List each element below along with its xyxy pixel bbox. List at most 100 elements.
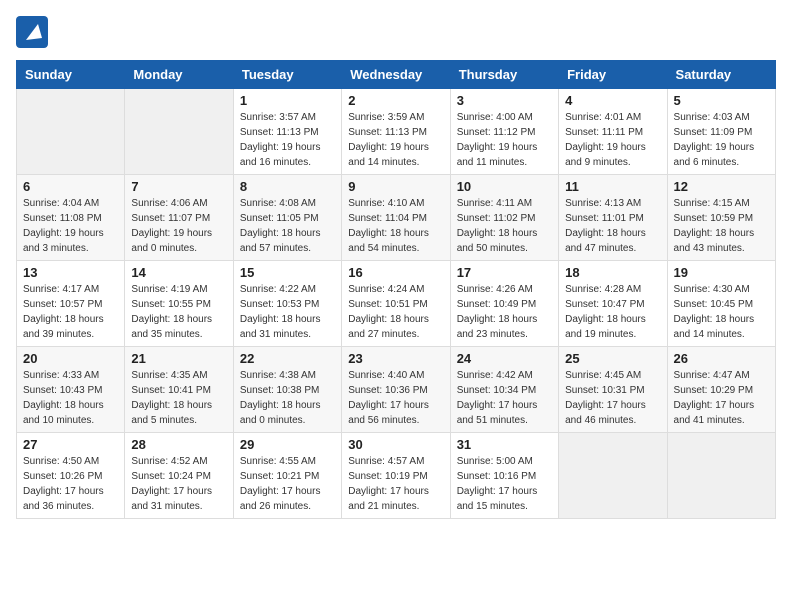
day-number: 1 <box>240 93 335 108</box>
calendar-week-2: 6 Sunrise: 4:04 AM Sunset: 11:08 PM Dayli… <box>17 175 776 261</box>
day-info: Sunrise: 4:38 AM Sunset: 10:38 PM Daylig… <box>240 368 335 428</box>
calendar-cell <box>667 433 775 519</box>
day-number: 15 <box>240 265 335 280</box>
page-header <box>16 16 776 48</box>
day-number: 17 <box>457 265 552 280</box>
day-number: 5 <box>674 93 769 108</box>
day-number: 8 <box>240 179 335 194</box>
calendar-cell: 23Sunrise: 4:40 AM Sunset: 10:36 PM Dayl… <box>342 347 450 433</box>
logo <box>16 16 52 48</box>
day-info: Sunrise: 4:42 AM Sunset: 10:34 PM Daylig… <box>457 368 552 428</box>
day-number: 7 <box>131 179 226 194</box>
day-info: Sunrise: 4:10 AM Sunset: 11:04 PM Daylig… <box>348 196 443 256</box>
calendar-cell <box>559 433 667 519</box>
calendar-cell: 21 Sunrise: 4:35 AM Sunset: 10:41 PM Dayl… <box>125 347 233 433</box>
calendar-cell: 12Sunrise: 4:15 AM Sunset: 10:59 PM Dayl… <box>667 175 775 261</box>
day-info: Sunrise: 4:52 AM Sunset: 10:24 PM Daylig… <box>131 454 226 514</box>
weekday-header-thursday: Thursday <box>450 61 558 89</box>
calendar-cell: 3 Sunrise: 4:00 AM Sunset: 11:12 PM Dayli… <box>450 89 558 175</box>
calendar-table: SundayMondayTuesdayWednesdayThursdayFrid… <box>16 60 776 519</box>
calendar-cell: 13 Sunrise: 4:17 AM Sunset: 10:57 PM Dayl… <box>17 261 125 347</box>
day-number: 2 <box>348 93 443 108</box>
day-info: Sunrise: 4:00 AM Sunset: 11:12 PM Daylig… <box>457 110 552 170</box>
day-info: Sunrise: 4:08 AM Sunset: 11:05 PM Daylig… <box>240 196 335 256</box>
day-number: 19 <box>674 265 769 280</box>
day-info: Sunrise: 4:47 AM Sunset: 10:29 PM Daylig… <box>674 368 769 428</box>
calendar-cell: 27Sunrise: 4:50 AM Sunset: 10:26 PM Dayl… <box>17 433 125 519</box>
day-number: 14 <box>131 265 226 280</box>
calendar-cell: 25Sunrise: 4:45 AM Sunset: 10:31 PM Dayl… <box>559 347 667 433</box>
weekday-header-tuesday: Tuesday <box>233 61 341 89</box>
day-info: Sunrise: 3:59 AM Sunset: 11:13 PM Daylig… <box>348 110 443 170</box>
day-info: Sunrise: 4:04 AM Sunset: 11:08 PM Daylig… <box>23 196 118 256</box>
calendar-cell <box>125 89 233 175</box>
day-info: Sunrise: 4:19 AM Sunset: 10:55 PM Daylig… <box>131 282 226 342</box>
weekday-header-wednesday: Wednesday <box>342 61 450 89</box>
calendar-cell: 4Sunrise: 4:01 AM Sunset: 11:11 PM Dayli… <box>559 89 667 175</box>
weekday-header-saturday: Saturday <box>667 61 775 89</box>
calendar-week-1: 1 Sunrise: 3:57 AM Sunset: 11:13 PM Dayli… <box>17 89 776 175</box>
day-number: 31 <box>457 437 552 452</box>
day-info: Sunrise: 4:11 AM Sunset: 11:02 PM Daylig… <box>457 196 552 256</box>
day-info: Sunrise: 4:24 AM Sunset: 10:51 PM Daylig… <box>348 282 443 342</box>
day-number: 29 <box>240 437 335 452</box>
calendar-week-4: 20Sunrise: 4:33 AM Sunset: 10:43 PM Dayl… <box>17 347 776 433</box>
day-info: Sunrise: 4:15 AM Sunset: 10:59 PM Daylig… <box>674 196 769 256</box>
day-info: Sunrise: 4:35 AM Sunset: 10:41 PM Daylig… <box>131 368 226 428</box>
weekday-header-friday: Friday <box>559 61 667 89</box>
calendar-cell: 30 Sunrise: 4:57 AM Sunset: 10:19 PM Dayl… <box>342 433 450 519</box>
day-number: 22 <box>240 351 335 366</box>
day-info: Sunrise: 4:33 AM Sunset: 10:43 PM Daylig… <box>23 368 118 428</box>
calendar-cell: 26 Sunrise: 4:47 AM Sunset: 10:29 PM Dayl… <box>667 347 775 433</box>
day-info: Sunrise: 4:50 AM Sunset: 10:26 PM Daylig… <box>23 454 118 514</box>
day-number: 13 <box>23 265 118 280</box>
calendar-cell: 24 Sunrise: 4:42 AM Sunset: 10:34 PM Dayl… <box>450 347 558 433</box>
day-info: Sunrise: 4:17 AM Sunset: 10:57 PM Daylig… <box>23 282 118 342</box>
weekday-header-sunday: Sunday <box>17 61 125 89</box>
day-number: 26 <box>674 351 769 366</box>
day-number: 16 <box>348 265 443 280</box>
calendar-week-5: 27Sunrise: 4:50 AM Sunset: 10:26 PM Dayl… <box>17 433 776 519</box>
calendar-cell: 16 Sunrise: 4:24 AM Sunset: 10:51 PM Dayl… <box>342 261 450 347</box>
day-info: Sunrise: 4:57 AM Sunset: 10:19 PM Daylig… <box>348 454 443 514</box>
calendar-cell: 11 Sunrise: 4:13 AM Sunset: 11:01 PM Dayl… <box>559 175 667 261</box>
calendar-week-3: 13 Sunrise: 4:17 AM Sunset: 10:57 PM Dayl… <box>17 261 776 347</box>
day-number: 25 <box>565 351 660 366</box>
day-number: 24 <box>457 351 552 366</box>
calendar-cell: 10 Sunrise: 4:11 AM Sunset: 11:02 PM Dayl… <box>450 175 558 261</box>
calendar-cell: 17 Sunrise: 4:26 AM Sunset: 10:49 PM Dayl… <box>450 261 558 347</box>
calendar-cell: 1 Sunrise: 3:57 AM Sunset: 11:13 PM Dayli… <box>233 89 341 175</box>
calendar-cell: 31 Sunrise: 5:00 AM Sunset: 10:16 PM Dayl… <box>450 433 558 519</box>
calendar-cell: 28Sunrise: 4:52 AM Sunset: 10:24 PM Dayl… <box>125 433 233 519</box>
calendar-cell <box>17 89 125 175</box>
day-number: 6 <box>23 179 118 194</box>
day-info: Sunrise: 3:57 AM Sunset: 11:13 PM Daylig… <box>240 110 335 170</box>
day-number: 3 <box>457 93 552 108</box>
calendar-cell: 9Sunrise: 4:10 AM Sunset: 11:04 PM Dayli… <box>342 175 450 261</box>
calendar-cell: 7 Sunrise: 4:06 AM Sunset: 11:07 PM Dayli… <box>125 175 233 261</box>
logo-icon <box>16 16 48 48</box>
calendar-cell: 8 Sunrise: 4:08 AM Sunset: 11:05 PM Dayli… <box>233 175 341 261</box>
calendar-cell: 2 Sunrise: 3:59 AM Sunset: 11:13 PM Dayli… <box>342 89 450 175</box>
calendar-cell: 6 Sunrise: 4:04 AM Sunset: 11:08 PM Dayli… <box>17 175 125 261</box>
day-info: Sunrise: 4:26 AM Sunset: 10:49 PM Daylig… <box>457 282 552 342</box>
day-info: Sunrise: 4:03 AM Sunset: 11:09 PM Daylig… <box>674 110 769 170</box>
calendar-cell: 19Sunrise: 4:30 AM Sunset: 10:45 PM Dayl… <box>667 261 775 347</box>
calendar-cell: 14 Sunrise: 4:19 AM Sunset: 10:55 PM Dayl… <box>125 261 233 347</box>
day-info: Sunrise: 5:00 AM Sunset: 10:16 PM Daylig… <box>457 454 552 514</box>
day-number: 4 <box>565 93 660 108</box>
day-number: 18 <box>565 265 660 280</box>
day-info: Sunrise: 4:13 AM Sunset: 11:01 PM Daylig… <box>565 196 660 256</box>
day-number: 11 <box>565 179 660 194</box>
calendar-cell: 22 Sunrise: 4:38 AM Sunset: 10:38 PM Dayl… <box>233 347 341 433</box>
weekday-header-monday: Monday <box>125 61 233 89</box>
day-number: 30 <box>348 437 443 452</box>
day-info: Sunrise: 4:22 AM Sunset: 10:53 PM Daylig… <box>240 282 335 342</box>
day-info: Sunrise: 4:06 AM Sunset: 11:07 PM Daylig… <box>131 196 226 256</box>
calendar-cell: 29Sunrise: 4:55 AM Sunset: 10:21 PM Dayl… <box>233 433 341 519</box>
calendar-cell: 5 Sunrise: 4:03 AM Sunset: 11:09 PM Dayli… <box>667 89 775 175</box>
calendar-header-row: SundayMondayTuesdayWednesdayThursdayFrid… <box>17 61 776 89</box>
day-number: 10 <box>457 179 552 194</box>
day-number: 21 <box>131 351 226 366</box>
calendar-cell: 18Sunrise: 4:28 AM Sunset: 10:47 PM Dayl… <box>559 261 667 347</box>
